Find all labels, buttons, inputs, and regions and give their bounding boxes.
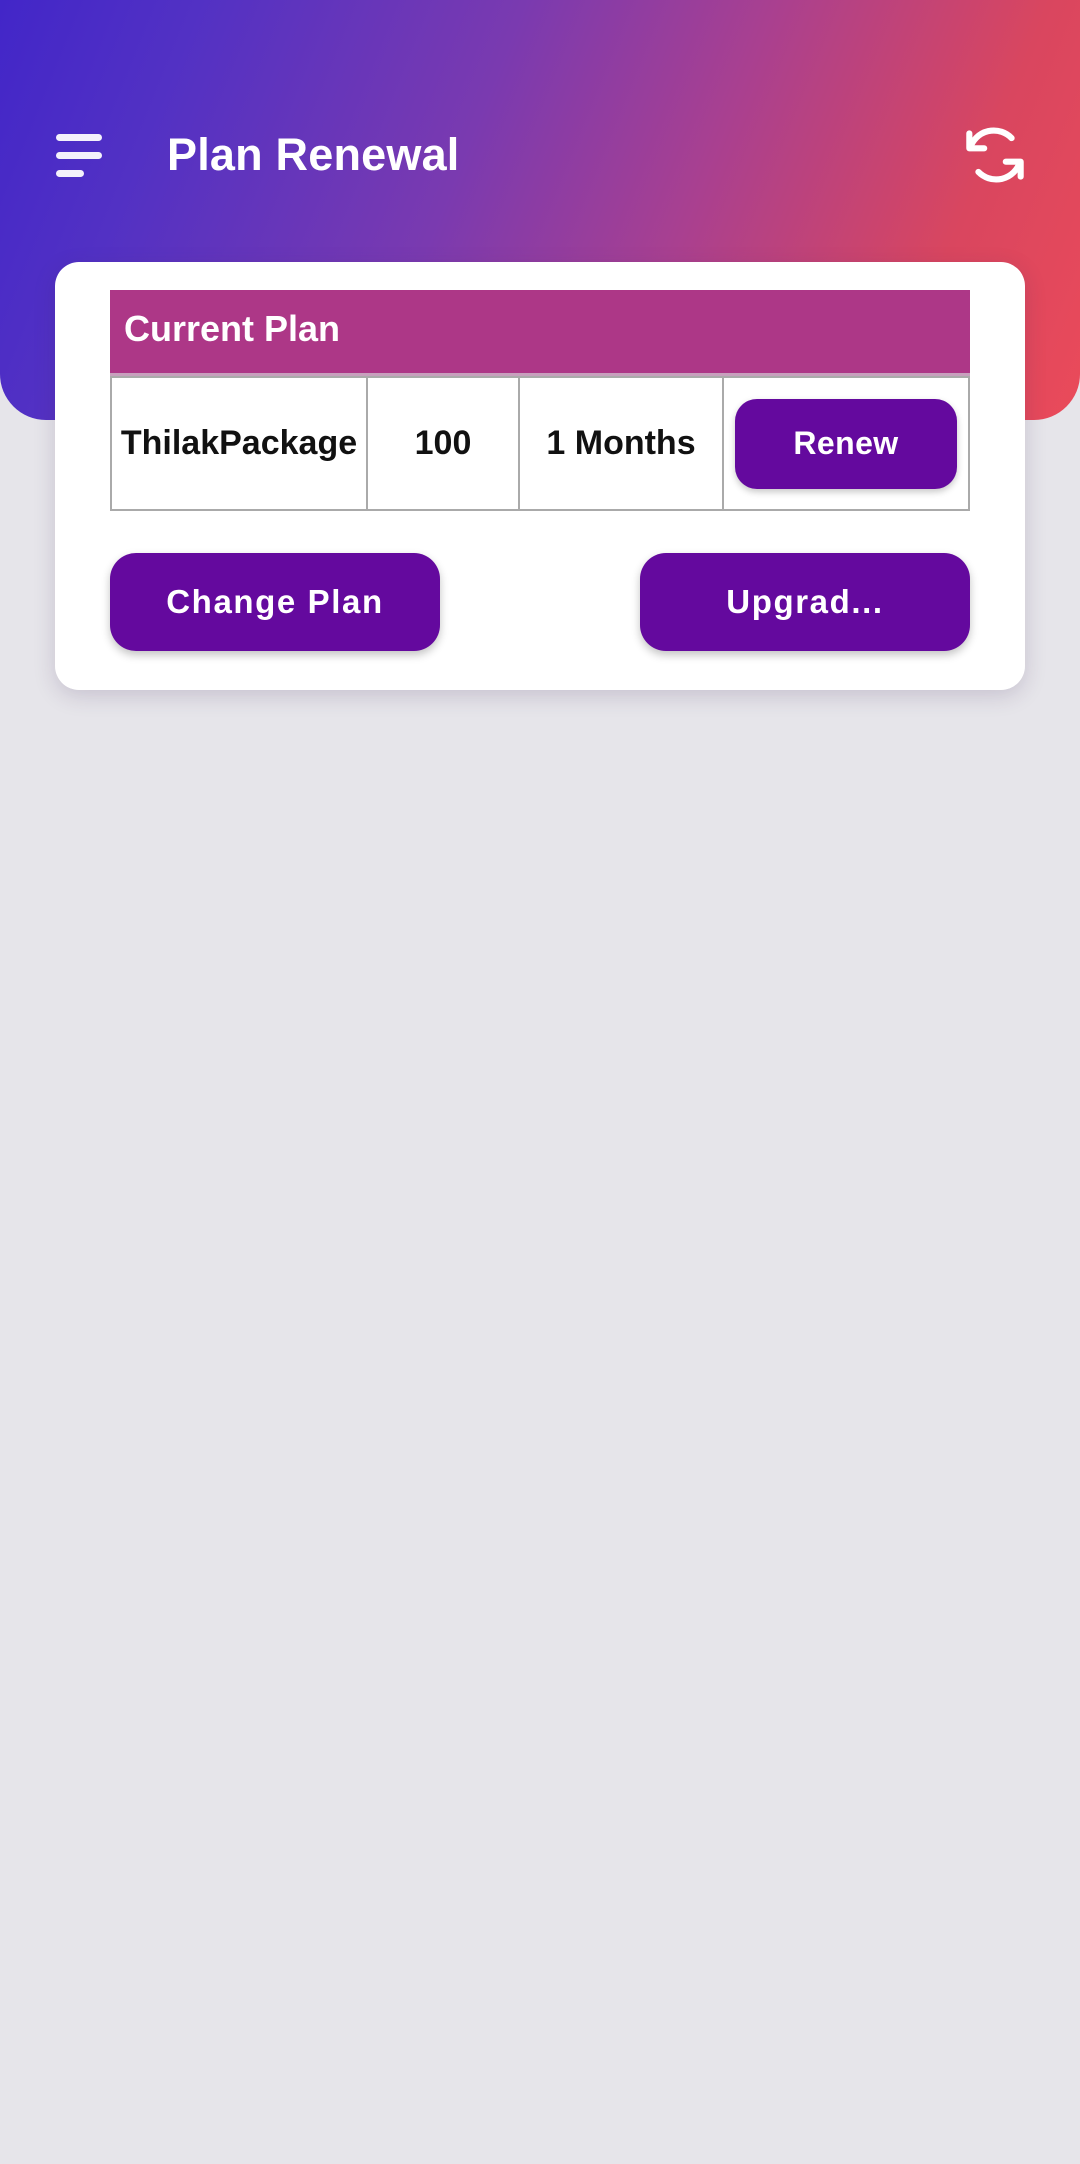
hamburger-line-1 bbox=[56, 133, 102, 141]
plan-table-header: Current Plan bbox=[110, 290, 970, 376]
cell-plan-action: Renew bbox=[724, 376, 970, 511]
renew-button[interactable]: Renew bbox=[735, 398, 957, 489]
current-plan-card: Current Plan ThilakPackage 100 1 Months … bbox=[55, 262, 1025, 690]
hamburger-line-3 bbox=[56, 169, 84, 177]
cell-plan-duration: 1 Months bbox=[520, 376, 724, 511]
refresh-sync-icon[interactable] bbox=[952, 112, 1038, 198]
card-action-bar: Change Plan Upgrad... bbox=[110, 553, 970, 651]
cell-plan-name: ThilakPackage bbox=[112, 376, 368, 511]
cell-plan-amount: 100 bbox=[368, 376, 520, 511]
table-row: ThilakPackage 100 1 Months Renew bbox=[110, 376, 970, 511]
hamburger-line-2 bbox=[56, 151, 102, 159]
app-bar-row: Plan Renewal bbox=[0, 110, 1080, 200]
page-title: Plan Renewal bbox=[167, 129, 460, 180]
change-plan-button[interactable]: Change Plan bbox=[110, 553, 440, 651]
upgrade-plan-button[interactable]: Upgrad... bbox=[640, 553, 970, 651]
refresh-sync-glyph bbox=[966, 127, 1024, 183]
hamburger-menu-icon[interactable] bbox=[36, 112, 122, 198]
plan-table: Current Plan ThilakPackage 100 1 Months … bbox=[110, 290, 970, 511]
